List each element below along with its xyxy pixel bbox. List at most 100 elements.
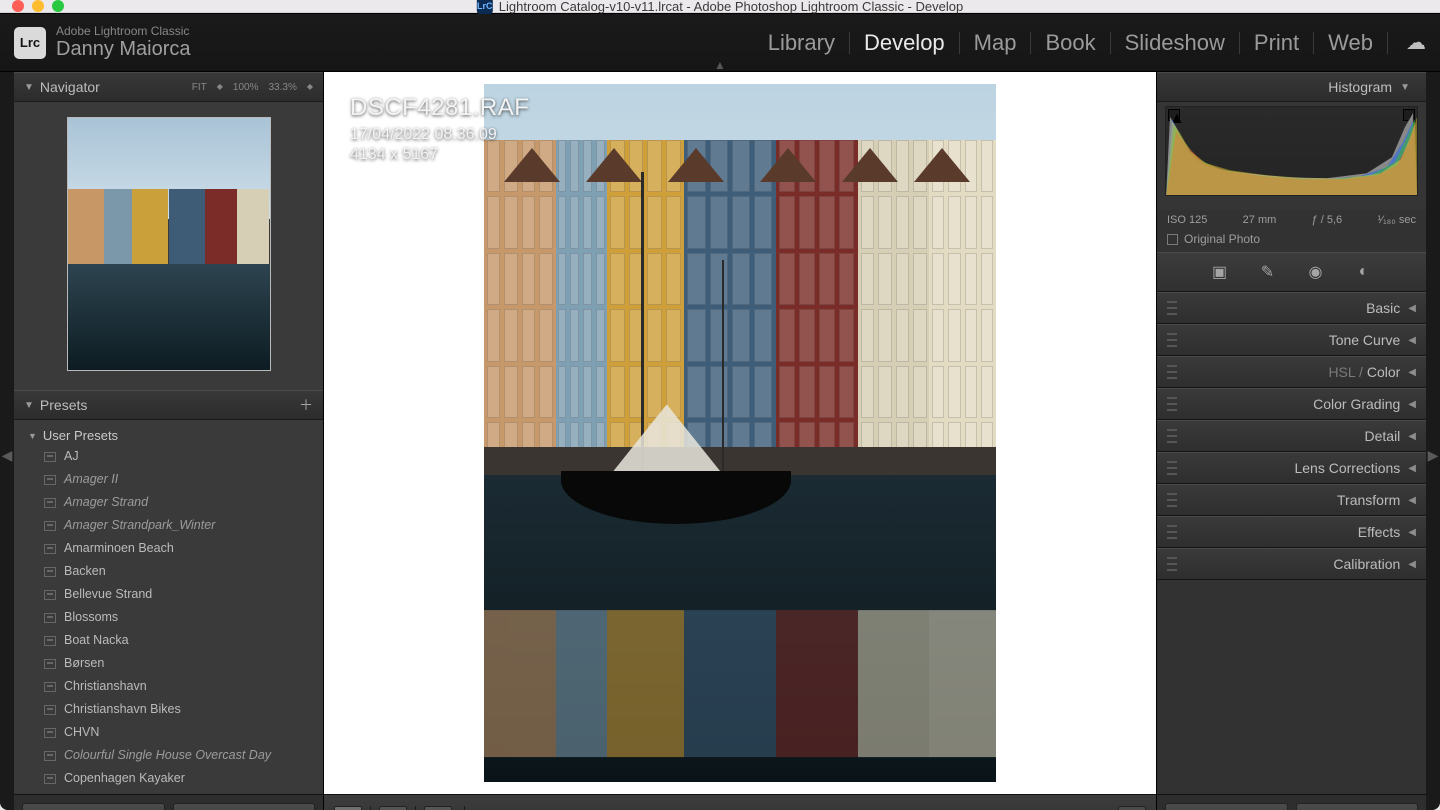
panel-basic[interactable]: Basic◀ xyxy=(1157,292,1426,324)
preset-item[interactable]: Backen xyxy=(14,560,323,583)
chevron-left-icon: ◀ xyxy=(1408,559,1416,570)
preset-item[interactable]: Boat Nacka xyxy=(14,629,323,652)
module-map[interactable]: Map xyxy=(974,30,1017,56)
exif-shutter: ¹⁄₁₈₀ sec xyxy=(1377,214,1416,226)
histogram-header[interactable]: Histogram ▼ xyxy=(1157,72,1426,102)
toolbar-menu-button[interactable]: ▼ xyxy=(1118,806,1146,810)
panel-transform[interactable]: Transform◀ xyxy=(1157,484,1426,516)
module-print[interactable]: Print xyxy=(1254,30,1299,56)
navigator-header[interactable]: ▼ Navigator FIT ◆ 100% 33.3% ◆ xyxy=(14,72,323,102)
left-panel-group: ▼ Navigator FIT ◆ 100% 33.3% ◆ xyxy=(14,72,324,810)
right-footer: Previous Reset xyxy=(1157,794,1426,810)
module-develop[interactable]: Develop xyxy=(864,30,945,56)
module-library[interactable]: Library xyxy=(768,30,835,56)
panel-switch-icon[interactable] xyxy=(1167,557,1177,571)
presets-header[interactable]: ▼ Presets ＋ xyxy=(14,390,323,420)
before-after-tb-button[interactable]: Y|Y xyxy=(424,806,452,810)
close-window-icon[interactable] xyxy=(12,0,24,12)
zoom-33[interactable]: 33.3% xyxy=(268,82,296,93)
navigator-zoom-controls[interactable]: FIT ◆ 100% 33.3% ◆ xyxy=(192,82,313,93)
chevron-left-icon: ◀ xyxy=(1408,463,1416,474)
redeye-tool-icon[interactable]: ◉ xyxy=(1306,262,1326,282)
module-book[interactable]: Book xyxy=(1045,30,1095,56)
panel-switch-icon[interactable] xyxy=(1167,461,1177,475)
panel-effects[interactable]: Effects◀ xyxy=(1157,516,1426,548)
original-photo-checkbox[interactable] xyxy=(1167,234,1178,245)
preset-item[interactable]: Amarminoen Beach xyxy=(14,537,323,560)
main-area: ◀ ▼ Navigator FIT ◆ 100% 33.3% ◆ xyxy=(0,72,1440,810)
preset-thumb-icon xyxy=(44,452,56,462)
chevron-left-icon: ◀ xyxy=(1408,367,1416,378)
panel-switch-icon[interactable] xyxy=(1167,301,1177,315)
original-photo-row[interactable]: Original Photo xyxy=(1157,226,1426,252)
product-name: Adobe Lightroom Classic xyxy=(56,24,191,38)
panel-switch-icon[interactable] xyxy=(1167,365,1177,379)
crop-tool-icon[interactable]: ▣ xyxy=(1210,262,1230,282)
exif-iso: ISO 125 xyxy=(1167,214,1207,226)
preset-label: Christianshavn xyxy=(64,677,147,696)
loupe-view-button[interactable]: ▭ xyxy=(334,806,362,810)
preset-item[interactable]: Christianshavn xyxy=(14,675,323,698)
preset-thumb-icon xyxy=(44,659,56,669)
preset-item[interactable]: Amager II xyxy=(14,468,323,491)
app-icon: LrC xyxy=(477,0,493,14)
preset-thumb-icon xyxy=(44,544,56,554)
panel-tone-curve[interactable]: Tone Curve ◀ xyxy=(1157,324,1426,356)
histogram-body: ▲ ▲ xyxy=(1157,102,1426,210)
panel-switch-icon[interactable] xyxy=(1167,397,1177,411)
preset-item[interactable]: AJ xyxy=(14,445,323,468)
add-preset-icon[interactable]: ＋ xyxy=(299,395,313,415)
module-web[interactable]: Web xyxy=(1328,30,1373,56)
navigator-body[interactable] xyxy=(14,102,323,390)
navigator-thumbnail[interactable] xyxy=(67,117,271,371)
minimize-window-icon[interactable] xyxy=(32,0,44,12)
preset-item[interactable]: Christianshavn Bikes xyxy=(14,698,323,721)
zoom-100[interactable]: 100% xyxy=(233,82,259,93)
panel-hsl-color[interactable]: HSL / Color◀ xyxy=(1157,356,1426,388)
preset-label: Amarminoen Beach xyxy=(64,539,174,558)
panel-switch-icon[interactable] xyxy=(1167,333,1177,347)
panel-lens-corrections[interactable]: Lens Corrections◀ xyxy=(1157,452,1426,484)
copy-settings-button[interactable]: Copy... xyxy=(22,803,165,810)
cloud-sync-icon[interactable]: ☁ xyxy=(1406,30,1426,55)
chevron-left-icon: ◀ xyxy=(1408,335,1416,346)
preset-label: Børsen xyxy=(64,654,104,673)
image-canvas[interactable]: DSCF4281.RAF 17/04/2022 08.36.09 4134 x … xyxy=(324,72,1156,794)
panel-color-grading[interactable]: Color Grading◀ xyxy=(1157,388,1426,420)
right-collapse-handle-icon[interactable]: ▶ xyxy=(1426,72,1440,810)
reset-button[interactable]: Reset xyxy=(1296,803,1419,810)
preset-item[interactable]: Copenhagen Kayaker xyxy=(14,767,323,790)
preset-item[interactable]: Amager Strandpark_Winter xyxy=(14,514,323,537)
preset-thumb-icon xyxy=(44,705,56,715)
preset-item[interactable]: Colourful Single House Overcast Day xyxy=(14,744,323,767)
panel-label: Basic xyxy=(1366,300,1400,316)
preset-item[interactable]: Blossoms xyxy=(14,606,323,629)
left-collapse-handle-icon[interactable]: ◀ xyxy=(0,72,14,810)
panel-switch-icon[interactable] xyxy=(1167,525,1177,539)
module-slideshow[interactable]: Slideshow xyxy=(1125,30,1225,56)
healing-tool-icon[interactable]: ✎ xyxy=(1258,262,1278,282)
panel-switch-icon[interactable] xyxy=(1167,493,1177,507)
before-after-lr-button[interactable]: R|A xyxy=(379,806,407,810)
preset-item[interactable]: Bellevue Strand xyxy=(14,583,323,606)
overlay-dimensions: 4134 x 5167 xyxy=(350,146,529,164)
preset-item[interactable]: Amager Strand xyxy=(14,491,323,514)
overlay-datetime: 17/04/2022 08.36.09 xyxy=(350,126,529,144)
chevron-left-icon: ◀ xyxy=(1408,431,1416,442)
preset-item[interactable]: Børsen xyxy=(14,652,323,675)
preset-group-user[interactable]: ▼ User Presets xyxy=(14,424,323,445)
previous-button[interactable]: Previous xyxy=(1165,803,1288,810)
disclosure-triangle-icon: ▼ xyxy=(24,400,34,411)
panel-label: Tone Curve xyxy=(1329,332,1401,348)
masking-tool-icon[interactable]: ◐ xyxy=(1354,262,1374,282)
zoom-window-icon[interactable] xyxy=(52,0,64,12)
panel-calibration[interactable]: Calibration◀ xyxy=(1157,548,1426,580)
collapse-top-handle-icon[interactable]: ▲ xyxy=(714,58,726,72)
histogram-graph[interactable]: ▲ ▲ xyxy=(1165,106,1418,196)
panel-switch-icon[interactable] xyxy=(1167,429,1177,443)
zoom-fit[interactable]: FIT xyxy=(192,82,207,93)
paste-settings-button[interactable]: Paste xyxy=(173,803,316,810)
panel-detail[interactable]: Detail◀ xyxy=(1157,420,1426,452)
preset-item[interactable]: CHVN xyxy=(14,721,323,744)
user-name: Danny Maiorca xyxy=(56,38,191,61)
